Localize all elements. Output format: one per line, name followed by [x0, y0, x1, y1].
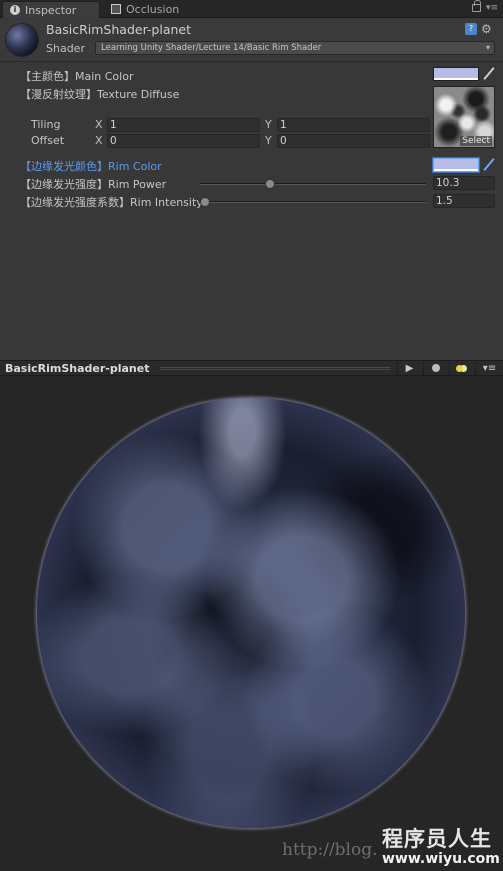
preview-header: BasicRimShader-planet ▶ ▾≡ — [0, 360, 503, 376]
tab-inspector-label: Inspector — [25, 4, 77, 17]
help-icon[interactable]: ? — [465, 23, 477, 35]
tab-bar: i Inspector Occlusion ▾≡ — [0, 0, 503, 18]
preview-title: BasicRimShader-planet — [5, 362, 150, 375]
shader-dropdown[interactable]: Learning Unity Shader/Lecture 14/Basic R… — [95, 41, 495, 55]
material-properties: 【主颜色】Main Color 【漫反射纹理】Texture Diffuse S… — [0, 62, 503, 360]
preview-drag-handle[interactable] — [160, 367, 390, 370]
rim-intensity-slider-thumb[interactable] — [200, 197, 210, 207]
tiling-y-field[interactable]: 1 — [277, 118, 430, 132]
tiling-y-label: Y — [265, 118, 272, 131]
rim-intensity-slider-track[interactable] — [200, 201, 426, 203]
eyedropper-icon[interactable] — [483, 158, 495, 172]
occlusion-icon — [111, 4, 121, 14]
offset-y-label: Y — [265, 134, 272, 147]
main-color-swatch[interactable] — [433, 67, 479, 81]
tiling-x-field[interactable]: 1 — [107, 118, 260, 132]
shader-label: Shader — [46, 42, 85, 55]
preview-mesh-button[interactable] — [423, 362, 447, 375]
texture-diffuse-label: 【漫反射纹理】Texture Diffuse — [20, 88, 180, 101]
tiling-label: Tiling — [31, 118, 61, 131]
offset-x-label: X — [95, 134, 103, 147]
watermark-url: http://blog. — [282, 840, 378, 860]
material-header: BasicRimShader-planet Shader Learning Un… — [0, 18, 503, 62]
tab-occlusion-label: Occlusion — [126, 3, 180, 16]
planet-sphere-preview[interactable] — [37, 398, 465, 828]
rim-intensity-label: 【边缘发光强度系数】Rim Intensity — [20, 196, 203, 209]
eyedropper-icon[interactable] — [483, 67, 495, 81]
rim-color-label: 【边缘发光颜色】Rim Color — [20, 160, 162, 173]
rim-intensity-field[interactable]: 1.5 — [433, 194, 495, 208]
texture-select-button[interactable]: Select — [460, 136, 492, 146]
menu-icon[interactable]: ▾≡ — [486, 3, 498, 13]
rim-power-slider-track[interactable] — [200, 183, 426, 185]
rim-power-field[interactable]: 10.3 — [433, 176, 495, 190]
rim-power-slider-thumb[interactable] — [264, 179, 275, 189]
watermark-brand: 程序员人生 — [382, 827, 492, 851]
main-color-label: 【主颜色】Main Color — [20, 70, 134, 83]
offset-label: Offset — [31, 134, 65, 147]
material-thumbnail — [6, 24, 38, 56]
info-icon: i — [10, 5, 20, 15]
preview-lights-button[interactable] — [449, 362, 473, 375]
tab-inspector[interactable]: i Inspector — [2, 1, 100, 18]
lights-icon — [456, 364, 463, 372]
offset-x-field[interactable]: 0 — [107, 134, 260, 148]
shader-dropdown-value: Learning Unity Shader/Lecture 14/Basic R… — [101, 43, 322, 53]
texture-slot[interactable]: Select — [433, 86, 495, 148]
chevron-down-icon: ▾ — [485, 43, 490, 52]
rim-color-swatch[interactable] — [433, 158, 479, 172]
preview-menu-button[interactable]: ▾≡ — [475, 362, 503, 375]
watermark-site: www.wiyu.com — [382, 851, 500, 867]
menu-icon: ▾≡ — [482, 363, 497, 374]
rim-power-label: 【边缘发光强度】Rim Power — [20, 178, 167, 191]
material-preview[interactable] — [0, 376, 503, 871]
sphere-icon — [431, 364, 440, 372]
offset-y-field[interactable]: 0 — [277, 134, 430, 148]
tiling-x-label: X — [95, 118, 103, 131]
material-name: BasicRimShader-planet — [46, 22, 192, 37]
lock-icon[interactable] — [472, 0, 481, 12]
gear-icon[interactable]: ⚙ — [481, 22, 492, 36]
play-icon: ▶ — [405, 363, 414, 374]
tab-occlusion[interactable]: Occlusion — [104, 1, 204, 18]
play-button[interactable]: ▶ — [397, 362, 421, 375]
